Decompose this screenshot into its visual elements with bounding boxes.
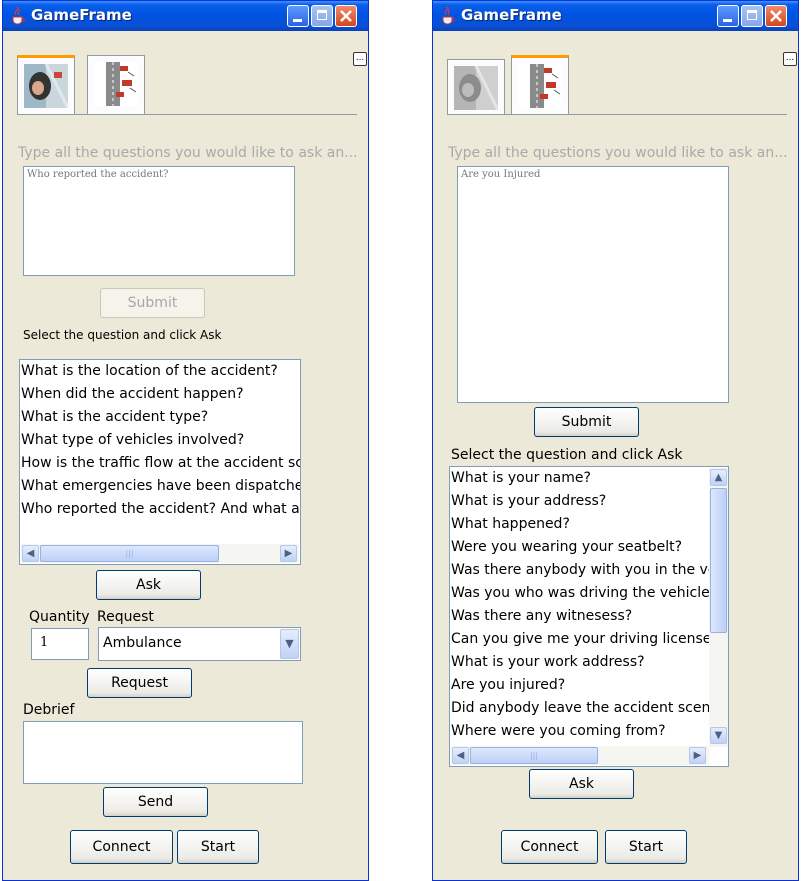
scroll-right-arrow-icon[interactable]: ▶ <box>280 545 297 562</box>
close-button[interactable] <box>335 5 357 27</box>
connect-button[interactable]: Connect <box>70 830 173 864</box>
scroll-left-arrow-icon[interactable]: ◀ <box>452 747 469 764</box>
maximize-button[interactable] <box>741 5 763 27</box>
request-button[interactable]: Request <box>87 668 192 698</box>
road-map-icon <box>518 64 562 108</box>
window-title: GameFrame <box>461 6 562 24</box>
list-item[interactable]: What happened? <box>451 516 570 532</box>
quantity-label: Quantity <box>29 609 90 625</box>
accident-photo-icon <box>24 64 68 108</box>
scroll-up-arrow-icon[interactable]: ▲ <box>710 469 727 486</box>
road-map-icon <box>94 62 138 106</box>
list-item[interactable]: Was there anybody with you in the ve <box>451 562 716 578</box>
title-bar[interactable]: GameFrame <box>3 1 368 31</box>
question-list[interactable]: What is your name? What is your address?… <box>449 466 729 767</box>
list-item[interactable]: What type of vehicles involved? <box>21 432 244 448</box>
list-item[interactable]: Are you injured? <box>451 677 565 693</box>
list-item[interactable]: Was you who was driving the vehicle? <box>451 585 717 601</box>
list-item[interactable]: What is your address? <box>451 493 606 509</box>
list-item[interactable]: What is the accident type? <box>21 409 208 425</box>
title-bar[interactable]: GameFrame <box>433 1 798 31</box>
debrief-input[interactable] <box>23 721 303 784</box>
question-list[interactable]: What is the location of the accident? Wh… <box>19 359 301 565</box>
connect-button[interactable]: Connect <box>501 830 598 864</box>
accident-photo-icon <box>454 66 498 110</box>
horizontal-scrollbar[interactable]: ◀ ||| ▶ <box>21 544 299 563</box>
question-prompt: Type all the questions you would like to… <box>448 145 788 161</box>
scroll-thumb[interactable] <box>710 488 727 633</box>
tab-accident-photo[interactable] <box>447 59 505 114</box>
tab-road-map[interactable] <box>87 55 145 114</box>
list-item[interactable]: What is your work address? <box>451 654 645 670</box>
java-cup-icon <box>442 7 455 25</box>
select-question-label: Select the question and click Ask <box>23 328 222 342</box>
minimize-button[interactable] <box>717 5 739 27</box>
more-options-button[interactable]: ... <box>353 52 367 66</box>
scroll-right-arrow-icon[interactable]: ▶ <box>689 747 706 764</box>
maximize-icon <box>747 10 757 20</box>
game-frame-window-left: GameFrame ... Type all the questions you… <box>2 0 369 881</box>
vertical-scrollbar[interactable]: ▲ ▼ <box>709 468 728 747</box>
ask-button[interactable]: Ask <box>96 570 201 600</box>
tab-road-map[interactable] <box>511 55 569 114</box>
close-icon <box>340 10 352 22</box>
tab-accident-photo[interactable] <box>17 55 75 114</box>
scroll-thumb[interactable]: ||| <box>40 545 219 562</box>
list-item[interactable]: Can you give me your driving license a <box>451 631 724 647</box>
minimize-icon <box>293 19 302 22</box>
ask-button[interactable]: Ask <box>529 769 634 799</box>
java-cup-icon <box>12 7 25 25</box>
more-options-button[interactable]: ... <box>783 52 797 66</box>
close-button[interactable] <box>765 5 787 27</box>
request-type-value: Ambulance <box>103 635 182 651</box>
list-item[interactable]: What is your name? <box>451 470 591 486</box>
submit-button[interactable]: Submit <box>100 288 205 318</box>
list-item[interactable]: Was there any witnesess? <box>451 608 632 624</box>
maximize-icon <box>317 10 327 20</box>
start-button[interactable]: Start <box>177 830 259 864</box>
question-input[interactable]: Are you Injured <box>457 166 729 403</box>
window-title: GameFrame <box>31 6 132 24</box>
list-item[interactable]: How is the traffic flow at the accident … <box>21 455 300 471</box>
list-item[interactable]: Who reported the accident? And what are <box>21 501 300 517</box>
send-button[interactable]: Send <box>103 787 208 817</box>
list-item[interactable]: Were you wearing your seatbelt? <box>451 539 682 555</box>
scroll-down-arrow-icon[interactable]: ▼ <box>710 727 727 744</box>
minimize-icon <box>723 19 732 22</box>
start-button[interactable]: Start <box>605 830 687 864</box>
quantity-value: 1 <box>40 635 49 650</box>
minimize-button[interactable] <box>287 5 309 27</box>
list-item[interactable]: What emergencies have been dispatched <box>21 478 300 494</box>
scroll-left-arrow-icon[interactable]: ◀ <box>22 545 39 562</box>
select-question-label: Select the question and click Ask <box>451 447 683 463</box>
quantity-field[interactable]: 1 <box>31 628 89 660</box>
horizontal-scrollbar[interactable]: ◀ ||| ▶ <box>451 746 709 765</box>
maximize-button[interactable] <box>311 5 333 27</box>
chevron-down-icon[interactable]: ▼ <box>280 629 299 659</box>
list-item[interactable]: Did anybody leave the accident scene <box>451 700 719 716</box>
list-item[interactable]: What is the location of the accident? <box>21 363 278 379</box>
question-prompt: Type all the questions you would like to… <box>18 145 358 161</box>
submit-button[interactable]: Submit <box>534 407 639 437</box>
list-item[interactable]: Where were you coming from? <box>451 723 666 739</box>
game-frame-window-right: GameFrame ... Type all the questions you… <box>432 0 799 881</box>
debrief-label: Debrief <box>23 702 75 718</box>
question-input[interactable]: Who reported the accident? <box>23 166 295 276</box>
request-type-dropdown[interactable]: Ambulance ▼ <box>98 627 301 661</box>
close-icon <box>770 10 782 22</box>
scroll-thumb[interactable]: ||| <box>470 747 598 764</box>
list-item[interactable]: When did the accident happen? <box>21 386 244 402</box>
request-label: Request <box>97 609 154 625</box>
